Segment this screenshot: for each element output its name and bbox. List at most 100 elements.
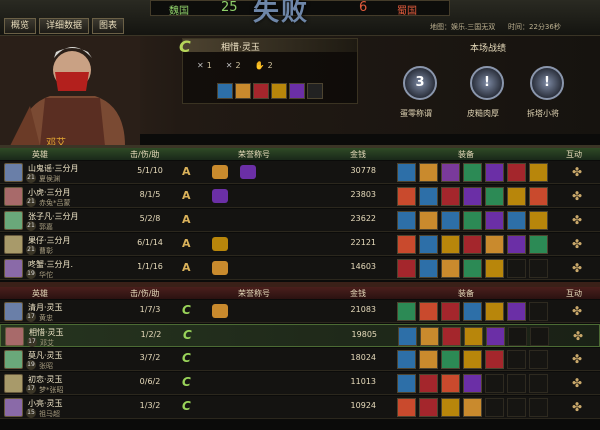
equip-slot[interactable] xyxy=(441,235,460,254)
deaths-stat: ✕ 2 xyxy=(225,61,241,70)
equip-slot[interactable] xyxy=(507,187,526,206)
equip-slot[interactable] xyxy=(397,235,416,254)
player-row[interactable]: 17 相惜·灵玉 邓艾 1/2/2 C 19805 ✤ xyxy=(0,324,600,347)
equip-slot[interactable] xyxy=(441,302,460,321)
equip-slot[interactable] xyxy=(507,211,526,230)
hero-avatar xyxy=(4,398,23,417)
equip-slot[interactable] xyxy=(463,302,482,321)
equip-slot[interactable] xyxy=(441,350,460,369)
equip-slot[interactable] xyxy=(441,374,460,393)
equip-slot[interactable] xyxy=(485,259,504,278)
equipment-list xyxy=(397,398,548,417)
interact-icon[interactable]: ✤ xyxy=(572,376,582,390)
player-row[interactable]: 19 莫凡·灵玉 张昭 3/7/2 C 18024 ✤ xyxy=(0,348,600,371)
equip-slot[interactable] xyxy=(485,235,504,254)
equip-slot[interactable] xyxy=(442,327,461,346)
equip-slot[interactable] xyxy=(419,163,438,182)
equip-slot[interactable] xyxy=(441,163,460,182)
interact-icon[interactable]: ✤ xyxy=(573,329,583,343)
equip-slot[interactable] xyxy=(397,350,416,369)
player-row[interactable]: 21 山鬼谣·三分月 夏侯渊 5/1/10 A 30778 ✤ xyxy=(0,161,600,184)
equip-slot[interactable] xyxy=(397,398,416,417)
interact-icon[interactable]: ✤ xyxy=(572,189,582,203)
equip-slot[interactable] xyxy=(397,163,416,182)
equip-slot[interactable] xyxy=(397,259,416,278)
interact-icon[interactable]: ✤ xyxy=(572,304,582,318)
equip-slot[interactable] xyxy=(419,259,438,278)
equip-slot[interactable] xyxy=(485,350,504,369)
equip-slot[interactable] xyxy=(529,163,548,182)
interact-icon[interactable]: ✤ xyxy=(572,261,582,275)
equip-slot[interactable] xyxy=(419,350,438,369)
medal-icon[interactable]: ! xyxy=(530,66,564,100)
player-row[interactable]: 21 张子凡·三分月 郭嘉 5/2/8 A 23622 ✤ xyxy=(0,209,600,232)
interact-icon[interactable]: ✤ xyxy=(572,165,582,179)
player-row[interactable]: 15 小亮·灵玉 祖马超 1/3/2 C 10924 ✤ xyxy=(0,396,600,419)
tab-chart[interactable]: 图表 xyxy=(92,18,125,34)
empty-equip-slot xyxy=(529,398,548,417)
player-row[interactable]: 17 初恋·灵玉 梦*张昭 0/6/2 C 11013 ✤ xyxy=(0,372,600,395)
equip-slot[interactable] xyxy=(485,302,504,321)
equip-slot[interactable] xyxy=(441,187,460,206)
honor-icon[interactable] xyxy=(212,304,228,318)
equip-slot[interactable] xyxy=(441,211,460,230)
equip-slot[interactable] xyxy=(463,163,482,182)
equip-slot[interactable] xyxy=(419,211,438,230)
equip-slot[interactable] xyxy=(419,235,438,254)
player-row[interactable]: 21 果仔·三分月 曹彰 6/1/14 A 22121 ✤ xyxy=(0,233,600,256)
equip-slot[interactable] xyxy=(486,327,505,346)
medal-icon[interactable]: ! xyxy=(470,66,504,100)
equip-slot[interactable] xyxy=(419,302,438,321)
equip-slot[interactable] xyxy=(463,235,482,254)
equip-slot[interactable] xyxy=(419,187,438,206)
equip-slot[interactable] xyxy=(217,83,233,99)
tab-detail[interactable]: 详细数据 xyxy=(39,18,90,34)
equip-slot[interactable] xyxy=(397,211,416,230)
equip-slot[interactable] xyxy=(529,187,548,206)
honor-icon[interactable] xyxy=(212,261,228,275)
equip-slot[interactable] xyxy=(419,398,438,417)
honor-icon[interactable] xyxy=(212,237,228,251)
player-row[interactable]: 17 清月·灵玉 黄忠 1/7/3 C 21083 ✤ xyxy=(0,300,600,323)
equip-slot[interactable] xyxy=(419,374,438,393)
player-row[interactable]: 19 咚蟹·三分月. 华佗 1/1/16 A 14603 ✤ xyxy=(0,257,600,280)
equip-slot[interactable] xyxy=(463,187,482,206)
equip-slot[interactable] xyxy=(463,374,482,393)
interact-icon[interactable]: ✤ xyxy=(572,400,582,414)
honor-icon[interactable] xyxy=(212,165,228,179)
equip-slot[interactable] xyxy=(463,211,482,230)
equip-slot[interactable] xyxy=(441,259,460,278)
assists-stat: ✋ 2 xyxy=(254,61,273,70)
equip-slot[interactable] xyxy=(235,83,251,99)
equip-slot[interactable] xyxy=(507,302,526,321)
equip-slot[interactable] xyxy=(307,83,323,99)
equip-slot[interactable] xyxy=(485,163,504,182)
equip-slot[interactable] xyxy=(463,398,482,417)
equip-slot[interactable] xyxy=(485,187,504,206)
equip-slot[interactable] xyxy=(441,398,460,417)
equip-slot[interactable] xyxy=(289,83,305,99)
equip-slot[interactable] xyxy=(271,83,287,99)
player-row[interactable]: 21 小虎·三分月 赤兔*吕蒙 8/1/5 A 23803 ✤ xyxy=(0,185,600,208)
equip-slot[interactable] xyxy=(529,235,548,254)
medal-icon[interactable]: 3 xyxy=(403,66,437,100)
equip-slot[interactable] xyxy=(253,83,269,99)
honor-icon[interactable] xyxy=(212,189,228,203)
equip-slot[interactable] xyxy=(464,327,483,346)
equip-slot[interactable] xyxy=(507,163,526,182)
equip-slot[interactable] xyxy=(397,187,416,206)
interact-icon[interactable]: ✤ xyxy=(572,237,582,251)
equip-slot[interactable] xyxy=(485,211,504,230)
honor-icon[interactable] xyxy=(240,165,256,179)
interact-icon[interactable]: ✤ xyxy=(572,352,582,366)
equip-slot[interactable] xyxy=(398,327,417,346)
equip-slot[interactable] xyxy=(507,235,526,254)
equip-slot[interactable] xyxy=(397,302,416,321)
equip-slot[interactable] xyxy=(420,327,439,346)
tab-overview[interactable]: 概览 xyxy=(4,18,37,34)
interact-icon[interactable]: ✤ xyxy=(572,213,582,227)
equip-slot[interactable] xyxy=(529,211,548,230)
equip-slot[interactable] xyxy=(463,259,482,278)
equip-slot[interactable] xyxy=(397,374,416,393)
equip-slot[interactable] xyxy=(463,350,482,369)
